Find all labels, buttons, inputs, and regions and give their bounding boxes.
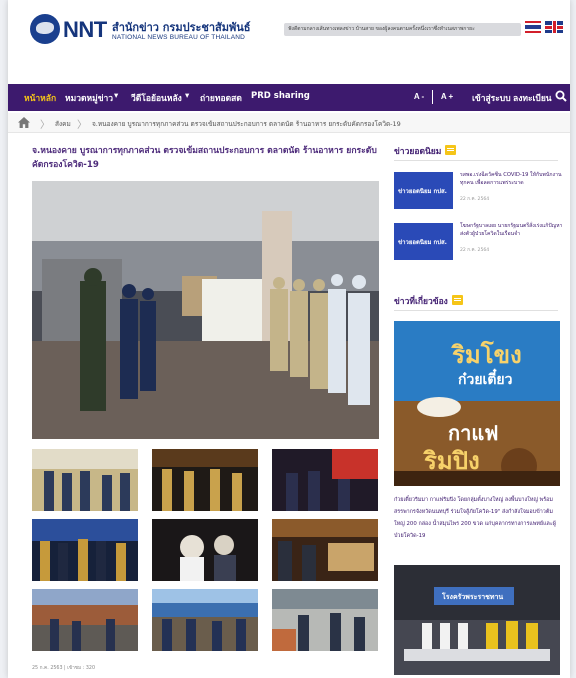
main-nav: หน้าหลัก หมวดหมู่ข่าว ▾ วีดีโอย้อนหลัง ▾… [8, 84, 570, 111]
nav-home[interactable]: หน้าหลัก [24, 91, 56, 105]
nav-categories[interactable]: หมวดหมู่ข่าว [65, 91, 113, 105]
promo-title-4: ริมปิง [424, 447, 480, 475]
site-logo[interactable]: NNT [63, 17, 107, 43]
related-news-heading: ข่าวที่เกี่ยวข้อง [394, 294, 463, 308]
related-photo [394, 565, 560, 675]
popular-thumb-label: ข่าวยอดนิยม กปส. [398, 239, 447, 246]
gallery-thumbnail[interactable] [152, 589, 258, 651]
nav-live[interactable]: ถ่ายทอดสด [200, 91, 242, 105]
font-increase-button[interactable]: A + [436, 88, 458, 106]
gallery-thumbnail[interactable] [272, 519, 378, 581]
register-link[interactable]: ลงทะเบียน [513, 91, 552, 105]
sidebar-divider [394, 310, 558, 311]
gallery-thumbnail[interactable] [152, 519, 258, 581]
breadcrumb-section[interactable]: สังคม [55, 119, 71, 129]
thumb-photo [272, 449, 378, 511]
popular-item-title[interactable]: รสพอ.เร่งฉีดวัคซีน COVID-19 ให้กับพนักงา… [460, 172, 564, 187]
breadcrumb-chevron-icon: 〉 [40, 120, 50, 131]
gallery-thumbnail[interactable] [32, 589, 138, 651]
related-news-heading-text: ข่าวที่เกี่ยวข้อง [394, 297, 448, 307]
nav-prd-sharing[interactable]: PRD sharing [251, 91, 310, 101]
search-icon[interactable] [555, 90, 567, 102]
popular-news-heading: ข่าวยอดนิยม [394, 144, 457, 158]
thumb-photo [32, 519, 138, 581]
nav-video-archive[interactable]: วีดีโอย้อนหลัง [131, 91, 182, 105]
nnt-globe-icon[interactable] [30, 14, 60, 44]
popular-thumb-label: ข่าวยอดนิยม กปส. [398, 188, 447, 195]
font-decrease-button[interactable]: A - [408, 88, 430, 106]
thumb-photo [272, 589, 378, 651]
article-meta: 25 ก.ค. 2563 | เข้าชม : 320 [32, 666, 96, 671]
gallery-thumbnail[interactable] [32, 449, 138, 511]
breadcrumb-chevron-icon: 〉 [77, 120, 87, 131]
page: NNT สำนักข่าว กรมประชาสัมพันธ์ NATIONAL … [8, 0, 570, 678]
article-title: จ.หนองคาย บูรณาการทุกภาคส่วน ตรวจเข้มสถา… [32, 146, 377, 170]
home-icon[interactable] [18, 117, 30, 128]
promo-title-2: ก๋วยเตี๋ยว [458, 372, 513, 388]
list-icon [445, 145, 457, 155]
popular-item-title[interactable]: โฆษกรัฐบาลเผย นายกรัฐมนตรีสั่งเร่งแก้ปัญ… [460, 223, 564, 238]
article-hero-image[interactable] [32, 181, 379, 439]
related-item-description[interactable]: ก๋วยเตี๋ยวริมมา กาแฟริมปิง โดยกลุ่มตั้งบ… [394, 494, 562, 542]
login-link[interactable]: เข้าสู่ระบบ [472, 91, 511, 105]
thumb-photo [152, 589, 258, 651]
related-promo-image[interactable]: ริมโขง ก๋วยเตี๋ยว กาแฟ ริมปิง [394, 321, 560, 486]
related-banner-text: โรงครัวพระราชทาน [442, 593, 504, 601]
nav-divider [432, 90, 433, 104]
gallery-thumbnail[interactable] [32, 519, 138, 581]
breadcrumb: 〉 สังคม 〉 จ.หนองคาย บูรณาการทุกภาคส่วน ต… [8, 113, 570, 133]
hero-photo [32, 181, 379, 439]
thumb-photo [272, 519, 378, 581]
gallery-thumbnail[interactable] [272, 449, 378, 511]
popular-item-thumbnail[interactable]: ข่าวยอดนิยม กปส. [394, 223, 453, 260]
thai-flag-icon[interactable] [525, 21, 541, 33]
site-header: NNT สำนักข่าว กรมประชาสัมพันธ์ NATIONAL … [8, 0, 570, 82]
uk-flag-icon[interactable] [545, 21, 563, 33]
popular-news-heading-text: ข่าวยอดนิยม [394, 147, 442, 157]
thumb-photo [32, 449, 138, 511]
gallery-thumbnail[interactable] [152, 449, 258, 511]
related-item-image[interactable]: โรงครัวพระราชทาน [394, 565, 560, 675]
gallery-thumbnail[interactable] [272, 589, 378, 651]
sidebar-divider [394, 160, 558, 161]
breadcrumb-current: จ.หนองคาย บูรณาการทุกภาคส่วน ตรวจเข้มสถา… [92, 120, 401, 128]
popular-item-date: 22 ก.ค. 2564 [460, 248, 490, 253]
popular-item-thumbnail[interactable]: ข่าวยอดนิยม กปส. [394, 172, 453, 209]
logo-english-text: NATIONAL NEWS BUREAU OF THAILAND [112, 34, 246, 41]
thumb-photo [152, 449, 258, 511]
thumb-photo [32, 589, 138, 651]
thumb-photo [152, 519, 258, 581]
popular-item-date: 22 ก.ค. 2564 [460, 197, 490, 202]
list-icon [451, 295, 463, 305]
news-ticker[interactable]: ฟังดีตามกลางเส้นทางเพลงข่าว บ้านสาย ของผ… [284, 23, 521, 36]
